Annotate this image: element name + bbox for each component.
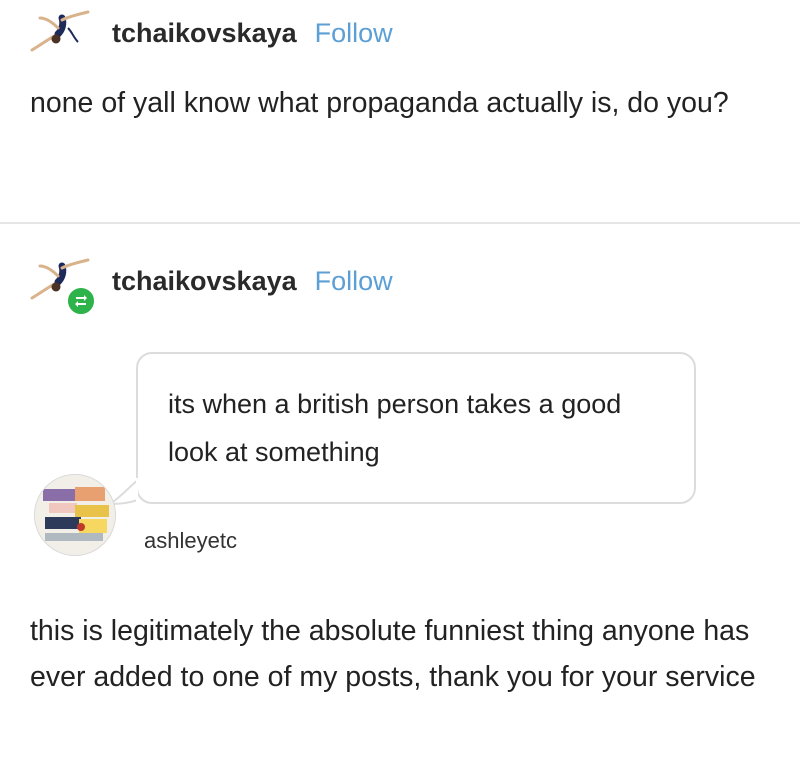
reblog-icon [66,286,96,316]
post-divider [0,222,800,224]
ask-text: its when a british person takes a good l… [168,389,622,467]
gymnast-avatar-icon[interactable] [28,256,96,316]
post-body: none of yall know what propaganda actual… [30,87,729,119]
asker-avatar[interactable] [34,474,116,556]
gymnast-avatar-icon[interactable] [28,8,92,58]
post-header: tchaikovskaya Follow [28,8,393,58]
follow-button[interactable]: Follow [315,18,393,49]
reblog-follow-button[interactable]: Follow [315,266,393,297]
reblog-body: this is legitimately the absolute funnie… [30,615,756,693]
username[interactable]: tchaikovskaya [112,18,297,49]
ask-bubble: its when a british person takes a good l… [136,352,696,504]
reblog-username[interactable]: tchaikovskaya [112,266,297,297]
reblog-header: tchaikovskaya Follow [28,256,393,316]
asker-username[interactable]: ashleyetc [144,528,237,554]
